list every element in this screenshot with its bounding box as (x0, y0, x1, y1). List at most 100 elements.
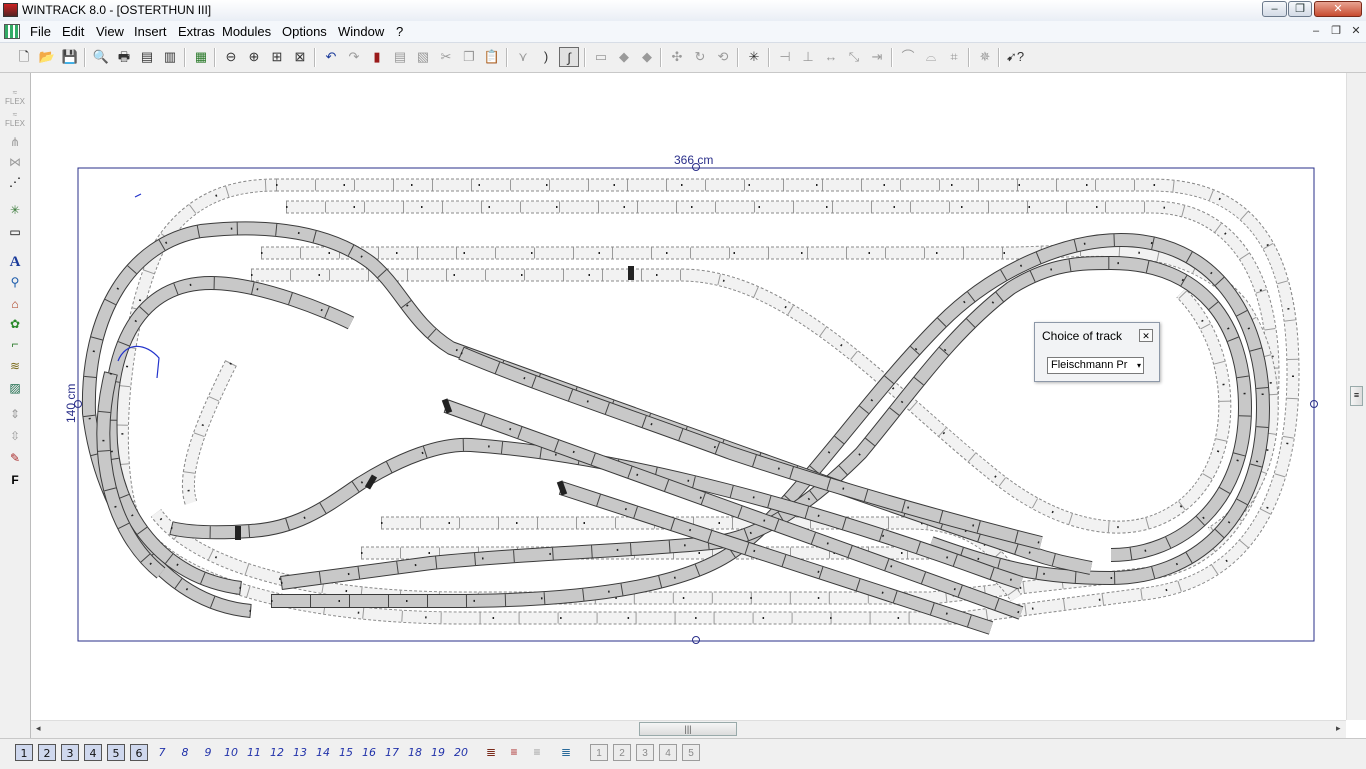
layer-button-9[interactable]: 9 (199, 744, 217, 761)
menu-window[interactable]: Window (338, 24, 384, 39)
scenery-tool-icon[interactable]: ✿ (4, 315, 26, 333)
mdi-close-button[interactable]: ✕ (1348, 24, 1364, 39)
frame-handle-bottom[interactable] (692, 636, 700, 644)
menu-extras[interactable]: Extras (178, 24, 215, 39)
cut-icon[interactable]: ✂ (436, 47, 456, 67)
connect-icon[interactable]: ✣ (667, 47, 687, 67)
level-tool-icon[interactable]: ⇳ (4, 427, 26, 445)
layer-button-17[interactable]: 17 (383, 744, 401, 761)
text-tool-icon[interactable]: A (4, 253, 26, 271)
layer-b-icon[interactable]: ◆ (614, 47, 634, 67)
insert-mark-icon[interactable]: ✳ (744, 47, 764, 67)
move-icon[interactable]: ⤡ (844, 47, 864, 67)
close-button[interactable]: ✕ (1314, 1, 1362, 17)
layer-button-11[interactable]: 11 (245, 744, 263, 761)
help-pointer-icon[interactable]: ➹? (1005, 47, 1025, 67)
app-icon[interactable] (3, 3, 18, 17)
page-list-icon[interactable]: ▥ (160, 47, 180, 67)
marker-tool-icon[interactable]: ✳ (4, 201, 26, 219)
menu-insert[interactable]: Insert (134, 24, 167, 39)
layer-gray-icon[interactable]: ≡ (528, 744, 546, 761)
view-1-button[interactable]: 1 (590, 744, 608, 761)
menu-modules[interactable]: Modules (222, 24, 271, 39)
view-5-button[interactable]: 5 (682, 744, 700, 761)
layer-button-18[interactable]: 18 (406, 744, 424, 761)
scroll-left-icon[interactable]: ◂ (36, 723, 41, 734)
dialog-close-button[interactable]: ✕ (1139, 329, 1153, 342)
track-layout-svg[interactable]: 366 cm 140 cm (31, 73, 1346, 720)
menu-help[interactable]: ? (396, 24, 403, 39)
menu-edit[interactable]: Edit (62, 24, 84, 39)
layer-button-12[interactable]: 12 (268, 744, 286, 761)
zoom-fit-icon[interactable]: ⊠ (290, 47, 310, 67)
drawing-canvas[interactable]: 366 cm 140 cm (31, 73, 1346, 720)
layer-button-10[interactable]: 10 (222, 744, 240, 761)
layer-a-icon[interactable]: ▭ (591, 47, 611, 67)
explode-icon[interactable]: ✵ (975, 47, 995, 67)
new-file-icon[interactable]: 🗋 (14, 47, 34, 67)
landscape-tool-icon[interactable]: ▨ (4, 379, 26, 397)
book-icon[interactable]: ▮ (367, 47, 387, 67)
minimize-button[interactable]: ‒ (1262, 1, 1287, 17)
print-preview-icon[interactable]: 🔍 (91, 47, 111, 67)
layer-button-15[interactable]: 15 (337, 744, 355, 761)
buffer-stop-3[interactable] (235, 526, 241, 540)
move-right-icon[interactable]: ⇥ (867, 47, 887, 67)
menu-options[interactable]: Options (282, 24, 327, 39)
layer-button-13[interactable]: 13 (291, 744, 309, 761)
layer-button-6[interactable]: 6 (130, 744, 148, 761)
open-folder-icon[interactable]: 📂 (37, 47, 57, 67)
mdi-restore-button[interactable]: ❐ (1328, 24, 1344, 39)
pencil-tool-icon[interactable]: ✎ (4, 449, 26, 467)
menu-view[interactable]: View (96, 24, 124, 39)
zoom-window-icon[interactable]: ⊞ (267, 47, 287, 67)
crossing-tool-icon[interactable]: ⋈ (4, 153, 26, 171)
zoom-in-icon[interactable]: ⊕ (244, 47, 264, 67)
restore-button[interactable]: ❐ (1288, 1, 1312, 17)
view-2-button[interactable]: 2 (613, 744, 631, 761)
ramp-tool-icon[interactable]: ⌐ (4, 335, 26, 353)
rotate-icon[interactable]: ↻ (690, 47, 710, 67)
layer-manager-icon[interactable]: ≣ (557, 744, 575, 761)
split-icon[interactable]: ⊥ (798, 47, 818, 67)
menu-file[interactable]: File (30, 24, 51, 39)
layer-button-2[interactable]: 2 (38, 744, 56, 761)
building-tool-icon[interactable]: ⌂ (4, 295, 26, 313)
image-icon[interactable]: ▦ (191, 47, 211, 67)
mdi-minimize-button[interactable]: ‒ (1308, 24, 1324, 39)
copy-icon[interactable]: ❐ (459, 47, 479, 67)
layer-c-icon[interactable]: ◆ (637, 47, 657, 67)
buffer-stop-5[interactable] (628, 266, 634, 280)
layer-button-7[interactable]: 7 (153, 744, 171, 761)
join-icon[interactable]: ↔ (821, 47, 841, 67)
layer-red-icon[interactable]: ≡ (505, 744, 523, 761)
layer-button-5[interactable]: 5 (107, 744, 125, 761)
layer-button-20[interactable]: 20 (452, 744, 470, 761)
track-2[interactable] (280, 255, 1253, 590)
height-tool-icon[interactable]: ⇕ (4, 405, 26, 423)
turnout-tool-icon[interactable]: ⋔ (4, 133, 26, 151)
track-tool-icon[interactable]: ⋰ (4, 173, 26, 191)
layer-button-8[interactable]: 8 (176, 744, 194, 761)
height-icon[interactable]: ⌗ (944, 47, 964, 67)
scroll-right-icon[interactable]: ▸ (1336, 723, 1341, 734)
layer-button-16[interactable]: 16 (360, 744, 378, 761)
horizontal-scroll-thumb[interactable]: ||| (639, 722, 737, 736)
flex-track-icon[interactable]: ∫ (559, 47, 579, 67)
paste-icon[interactable]: 📋 (482, 47, 502, 67)
layer-button-3[interactable]: 3 (61, 744, 79, 761)
block-tool-icon[interactable]: ▭ (4, 223, 26, 241)
paste-sheet-icon[interactable]: ▧ (413, 47, 433, 67)
undo-icon[interactable]: ↶ (321, 47, 341, 67)
align-icon[interactable]: ⊣ (775, 47, 795, 67)
flex-track-tool-1[interactable]: ≈ FLEX (4, 88, 26, 106)
layer-button-19[interactable]: 19 (429, 744, 447, 761)
turnout-icon[interactable]: ⋎ (513, 47, 533, 67)
track-system-select[interactable]: Fleischmann Pr ▾ (1047, 357, 1144, 374)
signal-tool-icon[interactable]: ⚲ (4, 273, 26, 291)
layer-button-1[interactable]: 1 (15, 744, 33, 761)
terrain-tool-icon[interactable]: ≋ (4, 357, 26, 375)
track-4[interactable] (103, 275, 355, 595)
view-3-button[interactable]: 3 (636, 744, 654, 761)
print-icon[interactable]: 🖶 (114, 47, 134, 67)
